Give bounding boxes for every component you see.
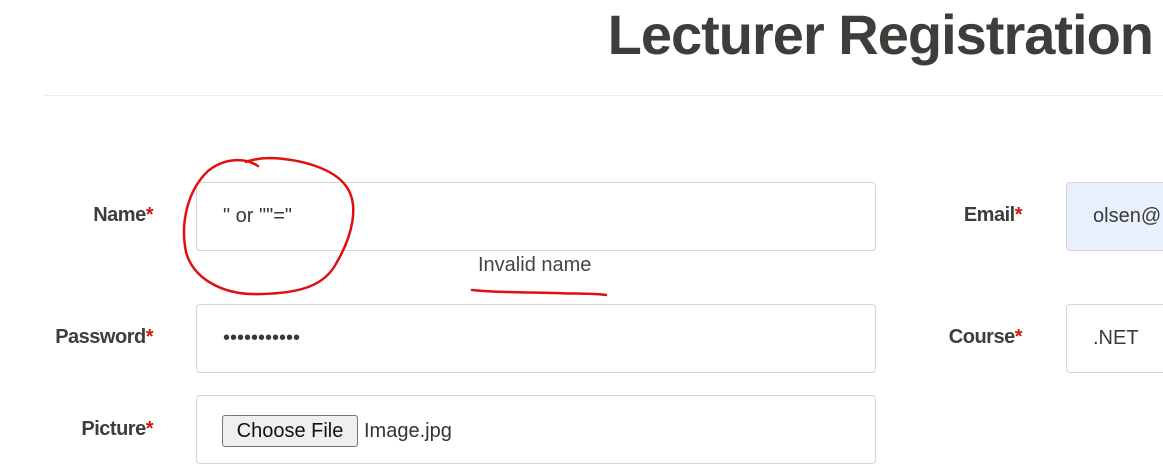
picture-label-text: Picture (81, 418, 146, 440)
password-label-text: Password (55, 326, 146, 348)
name-label: Name* (93, 204, 153, 227)
email-input[interactable]: olsen@ (1066, 182, 1163, 251)
name-input[interactable]: " or ""=" (196, 182, 876, 251)
course-required-marker: * (1014, 326, 1023, 348)
picture-required-marker: * (145, 418, 154, 440)
chosen-file-name: Image.jpg (364, 420, 452, 442)
name-input-value: " or ""=" (223, 205, 292, 227)
page-title: Lecturer Registration (607, 3, 1154, 66)
email-required-marker: * (1014, 204, 1023, 226)
password-required-marker: * (145, 326, 154, 348)
password-input-value: ••••••••••• (223, 327, 301, 349)
name-required-marker: * (145, 204, 154, 226)
name-error-message: Invalid name (478, 254, 592, 276)
choose-file-button[interactable]: Choose File (222, 415, 358, 447)
course-label-text: Course (948, 326, 1015, 348)
password-input[interactable]: ••••••••••• (196, 304, 876, 373)
picture-label: Picture* (81, 418, 153, 441)
title-divider (44, 95, 1163, 96)
course-select-value: .NET (1093, 327, 1139, 349)
email-input-value: olsen@ (1093, 205, 1162, 227)
course-select[interactable]: .NET (1066, 304, 1163, 373)
email-label: Email* (963, 204, 1023, 227)
annotation-underline (470, 288, 608, 297)
course-label: Course* (948, 326, 1023, 349)
email-label-text: Email (963, 204, 1015, 226)
password-label: Password* (55, 326, 153, 349)
name-label-text: Name (93, 204, 146, 226)
